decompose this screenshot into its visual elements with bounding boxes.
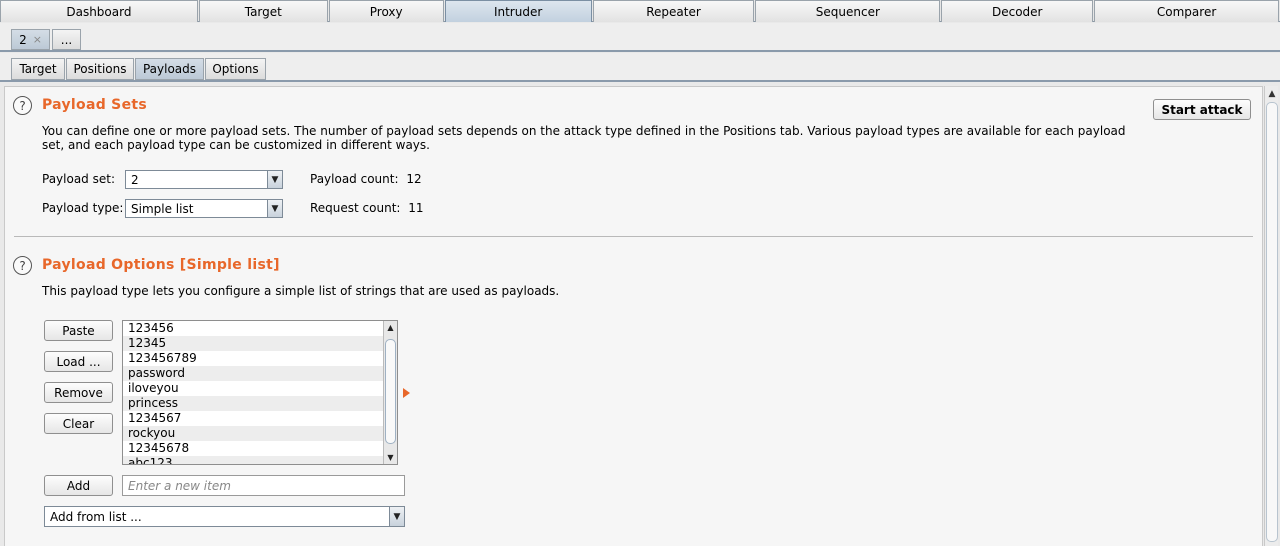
list-item[interactable]: 12345 — [123, 336, 397, 351]
payload-count-label-text: Payload count: — [310, 172, 399, 186]
section-divider — [14, 236, 1253, 237]
add-button[interactable]: Add — [44, 475, 113, 496]
request-count-label: Request count: 11 — [310, 201, 424, 215]
payload-set-value: 2 — [131, 172, 139, 187]
instance-tab-label: 2 — [19, 32, 27, 47]
list-scrollbar[interactable]: ▲ ▼ — [383, 321, 397, 464]
close-icon[interactable]: × — [33, 33, 42, 46]
tab-intruder[interactable]: Intruder — [444, 0, 592, 22]
instance-tab-2[interactable]: 2 × — [11, 29, 50, 50]
tab-decoder[interactable]: Decoder — [941, 0, 1094, 22]
payload-options-title: Payload Options [Simple list] — [42, 257, 280, 273]
list-item[interactable]: princess — [123, 396, 397, 411]
request-count-label-text: Request count: — [310, 201, 401, 215]
payload-type-value: Simple list — [131, 201, 194, 216]
tab-proxy[interactable]: Proxy — [328, 0, 444, 22]
request-count-value: 11 — [408, 201, 424, 215]
orange-arrow-icon[interactable] — [403, 388, 410, 398]
scrollbar-thumb[interactable] — [1266, 102, 1278, 542]
main-tab-bar: Dashboard Target Proxy Intruder Repeater… — [0, 0, 1280, 22]
payload-sets-title: Payload Sets — [42, 97, 147, 113]
scroll-down-icon[interactable]: ▼ — [384, 451, 397, 464]
payload-list[interactable]: 123456 12345 123456789 password iloveyou… — [122, 320, 398, 465]
list-item[interactable]: 123456 — [123, 321, 397, 336]
tab-dashboard[interactable]: Dashboard — [0, 0, 198, 22]
list-item[interactable]: password — [123, 366, 397, 381]
dropdown-arrow-icon[interactable]: ▼ — [389, 507, 404, 526]
payload-count-label: Payload count: 12 — [310, 172, 422, 186]
payload-type-select[interactable]: Simple list ▼ — [125, 199, 283, 218]
new-item-input[interactable]: Enter a new item — [122, 475, 405, 496]
instance-tab-more[interactable]: ... — [52, 29, 81, 50]
payload-count-value: 12 — [406, 172, 422, 186]
tab-sequencer[interactable]: Sequencer — [755, 0, 941, 22]
main-scrollbar[interactable]: ▲ — [1264, 86, 1278, 546]
payload-type-label: Payload type: — [42, 201, 124, 215]
scroll-up-icon[interactable]: ▲ — [384, 321, 397, 334]
tab-repeater[interactable]: Repeater — [592, 0, 755, 22]
remove-button[interactable]: Remove — [44, 382, 113, 403]
payload-set-select[interactable]: 2 ▼ — [125, 170, 283, 189]
scroll-up-icon[interactable]: ▲ — [1266, 88, 1278, 100]
tab-target[interactable]: Target — [198, 0, 328, 22]
list-item[interactable]: 12345678 — [123, 441, 397, 456]
sub-tab-bar: Target Positions Payloads Options — [0, 53, 1280, 82]
dropdown-arrow-icon[interactable]: ▼ — [267, 171, 282, 188]
payload-options-description: This payload type lets you configure a s… — [42, 284, 560, 298]
payload-set-label: Payload set: — [42, 172, 115, 186]
start-attack-button[interactable]: Start attack — [1153, 99, 1251, 120]
subtab-target[interactable]: Target — [11, 58, 65, 80]
list-item[interactable]: 1234567 — [123, 411, 397, 426]
help-icon[interactable]: ? — [13, 96, 32, 115]
help-icon[interactable]: ? — [13, 256, 32, 275]
list-item[interactable]: iloveyou — [123, 381, 397, 396]
subtab-options[interactable]: Options — [205, 58, 266, 80]
load-button[interactable]: Load ... — [44, 351, 113, 372]
list-scrollbar-thumb[interactable] — [385, 339, 396, 444]
payload-sets-description: You can define one or more payload sets.… — [42, 124, 1126, 152]
tab-comparer[interactable]: Comparer — [1094, 0, 1280, 22]
paste-button[interactable]: Paste — [44, 320, 113, 341]
subtab-positions[interactable]: Positions — [66, 58, 134, 80]
add-from-list-select[interactable]: Add from list ... ▼ — [44, 506, 405, 527]
list-item[interactable]: rockyou — [123, 426, 397, 441]
dropdown-arrow-icon[interactable]: ▼ — [267, 200, 282, 217]
list-item[interactable]: abc123 — [123, 456, 397, 464]
list-item[interactable]: 123456789 — [123, 351, 397, 366]
add-from-list-value: Add from list ... — [50, 509, 142, 524]
instance-tab-bar: 2 × ... — [0, 23, 1280, 52]
clear-button[interactable]: Clear — [44, 413, 113, 434]
subtab-payloads[interactable]: Payloads — [135, 58, 204, 80]
